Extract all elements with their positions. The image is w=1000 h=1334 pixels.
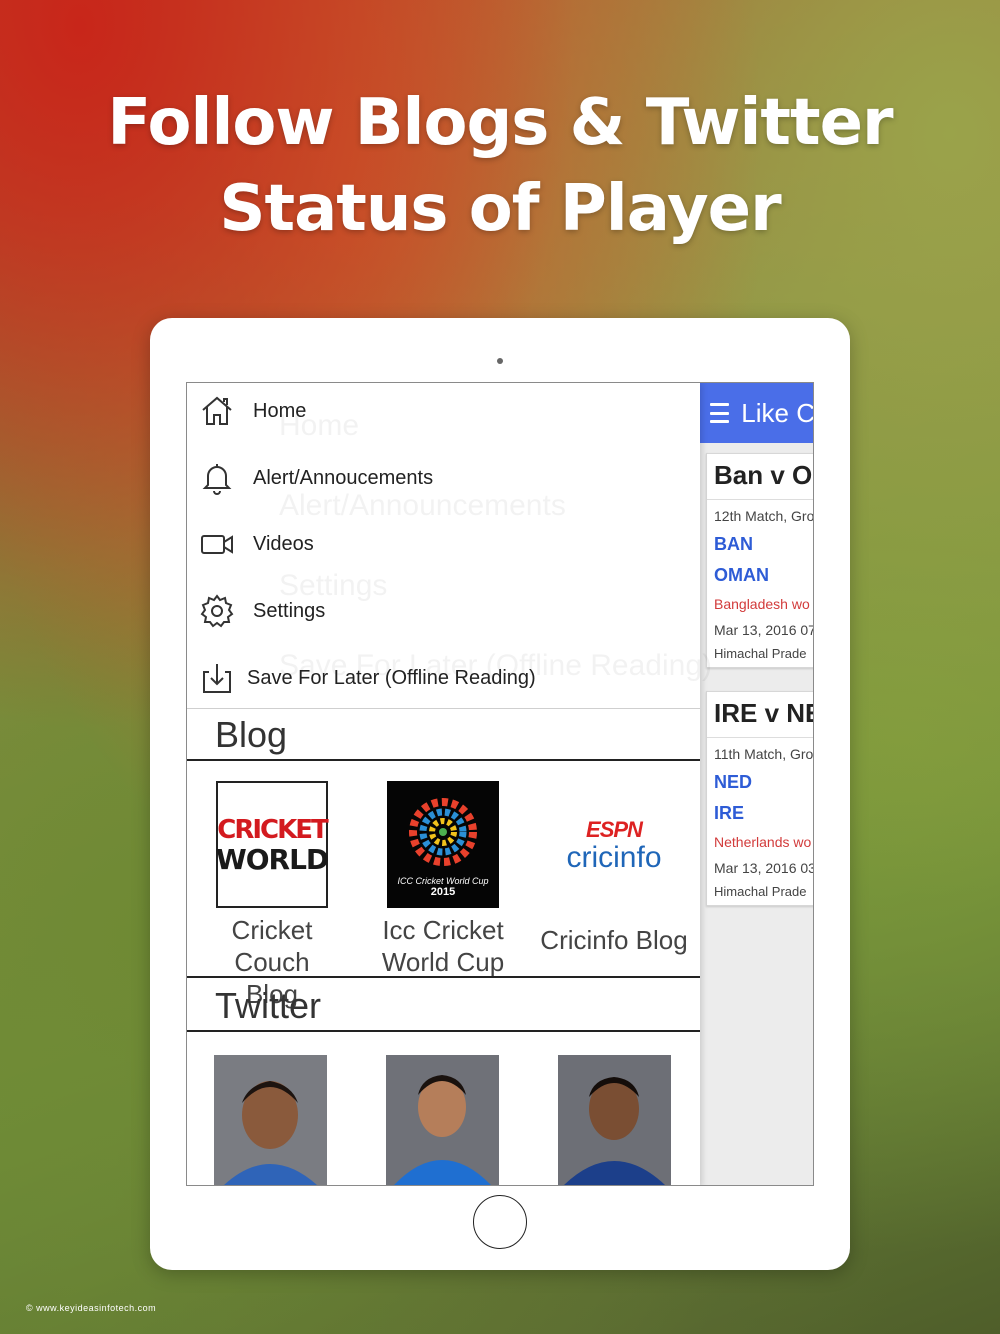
home-button[interactable] — [473, 1195, 527, 1249]
menu-item-label: Videos — [253, 532, 314, 555]
match-team-1: BAN — [714, 534, 753, 554]
tablet-frame: Like C Ban v OM 12th Match, Gro BAN OMAN… — [150, 318, 850, 1270]
logo-text: cricinfo — [566, 840, 662, 874]
menu-item-label: Settings — [253, 599, 326, 622]
match-date: Mar 13, 2016 07 — [714, 622, 814, 638]
headline: Follow Blogs & Twitter Status of Player — [0, 80, 1000, 252]
match-team-1: NED — [714, 772, 753, 792]
bell-icon — [202, 464, 232, 495]
menu-item-label: Alert/Annoucements — [253, 466, 434, 489]
espn-cricinfo-logo: ESPN cricinfo — [558, 781, 670, 908]
video-icon — [201, 535, 233, 554]
download-icon — [203, 664, 231, 693]
gear-icon — [200, 594, 234, 628]
menu-item-label: Home — [253, 399, 307, 422]
match-result: Netherlands wo — [714, 834, 812, 850]
menu-item-save-for-later[interactable]: Save For Later (Offline Reading) — [199, 658, 536, 698]
player-avatar-icon — [214, 1055, 327, 1185]
player-avatar-icon — [558, 1055, 671, 1185]
logo-text: ESPN — [586, 816, 643, 842]
match-subtitle: 11th Match, Gro — [714, 746, 814, 762]
navigation-drawer: Home Alert/Announcements Settings Save F… — [187, 383, 712, 1185]
app-title: Like C — [741, 397, 814, 428]
match-venue: Himachal Prade — [714, 646, 807, 661]
app-toolbar: Like C — [700, 383, 814, 443]
menu-item-label: Save For Later (Offline Reading) — [247, 666, 536, 689]
main-content: Like C Ban v OM 12th Match, Gro BAN OMAN… — [700, 383, 814, 1185]
match-title: IRE v NEI — [707, 692, 813, 738]
camera-dot — [497, 358, 503, 364]
logo-text: WORLD — [215, 842, 329, 876]
match-team-2: IRE — [714, 803, 745, 823]
blog-item-icc-world-cup[interactable]: ICC Cricket World Cup 2015 Icc Cricket W… — [368, 781, 518, 978]
blog-label-line-1: Icc Cricket — [382, 915, 504, 945]
icc-trophy-icon — [409, 797, 477, 866]
blog-item-cricinfo[interactable]: ESPN cricinfo Cricinfo Blog — [534, 781, 694, 956]
home-icon — [202, 396, 232, 425]
copyright-text: © www.keyideasinfotech.com — [26, 1303, 157, 1313]
hamburger-menu-icon[interactable] — [710, 403, 730, 423]
player-avatar-icon — [386, 1055, 499, 1185]
cricket-world-logo: CRICKET WORLD — [215, 781, 329, 908]
match-team-2: OMAN — [714, 565, 769, 585]
player-photo-3[interactable] — [558, 1055, 671, 1185]
twitter-section-heading: Twitter — [187, 980, 700, 1032]
match-card[interactable]: Ban v OM 12th Match, Gro BAN OMAN Bangla… — [706, 453, 814, 668]
menu-item-alerts[interactable]: Alert/Annoucements — [199, 458, 433, 498]
player-photo-2[interactable] — [386, 1055, 499, 1185]
match-card[interactable]: IRE v NEI 11th Match, Gro NED IRE Nether… — [706, 691, 814, 906]
match-venue: Himachal Prade — [714, 884, 807, 899]
blog-label: Cricinfo Blog — [540, 925, 688, 955]
icc-world-cup-logo: ICC Cricket World Cup 2015 — [387, 781, 499, 908]
headline-line-1: Follow Blogs & Twitter — [107, 86, 893, 160]
menu-item-settings[interactable]: Settings — [199, 591, 325, 631]
app-screen: Like C Ban v OM 12th Match, Gro BAN OMAN… — [186, 382, 814, 1186]
section-divider — [187, 976, 700, 978]
blog-label-line-1: Cricket Couch — [231, 915, 313, 977]
player-photo-1[interactable] — [214, 1055, 327, 1185]
blog-label-line-2: World Cup — [381, 947, 505, 977]
blog-section-heading: Blog — [187, 709, 700, 761]
match-title: Ban v OM — [707, 454, 813, 500]
match-subtitle: 12th Match, Gro — [714, 508, 814, 524]
match-result: Bangladesh wo — [714, 596, 810, 612]
menu-item-home[interactable]: Home — [199, 391, 306, 431]
logo-text: CRICKET — [217, 814, 328, 845]
match-date: Mar 13, 2016 03 — [714, 860, 814, 876]
headline-line-2: Status of Player — [219, 172, 781, 246]
menu-item-videos[interactable]: Videos — [199, 524, 314, 564]
logo-text: ICC Cricket World Cup — [397, 875, 489, 886]
logo-year: 2015 — [430, 885, 456, 898]
